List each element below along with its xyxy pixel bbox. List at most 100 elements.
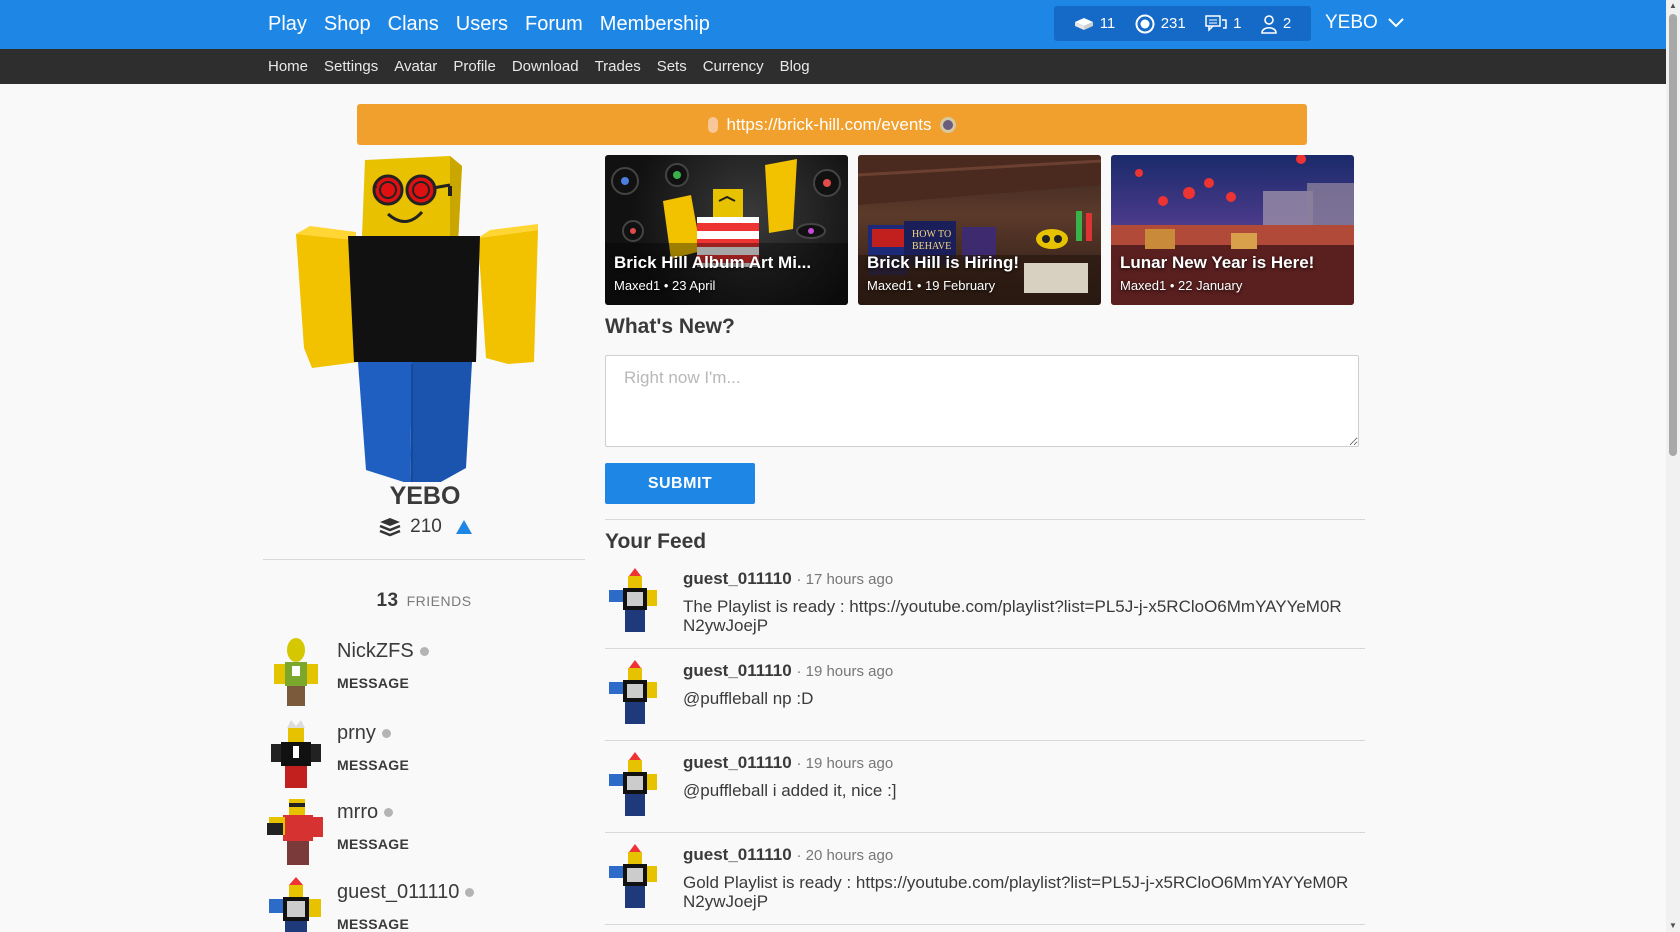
user-menu[interactable]: YEBO: [1325, 0, 1404, 46]
poster-avatar[interactable]: [607, 752, 663, 818]
user-icon: [1261, 14, 1277, 34]
friend-item: prny MESSAGE: [263, 718, 593, 794]
subnav-currency[interactable]: Currency: [703, 58, 764, 75]
friend-avatar[interactable]: [265, 877, 327, 932]
divider: [605, 924, 1365, 925]
friend-requests-count: 2: [1282, 15, 1292, 32]
message-button[interactable]: MESSAGE: [337, 675, 409, 691]
event-banner[interactable]: https://brick-hill.com/events: [357, 104, 1307, 145]
message-button[interactable]: MESSAGE: [337, 916, 409, 932]
post-time: · 19 hours ago: [796, 755, 894, 772]
news-title: Lunar New Year is Here!: [1120, 253, 1315, 272]
friend-name-text[interactable]: NickZFS: [337, 640, 414, 663]
top-navbar: Play Shop Clans Users Forum Membership 1…: [0, 0, 1666, 49]
post-text: Gold Playlist is ready : https://youtube…: [683, 873, 1349, 911]
subnav-trades[interactable]: Trades: [595, 58, 641, 75]
nav-shop[interactable]: Shop: [324, 13, 371, 36]
post-time: · 20 hours ago: [796, 847, 894, 864]
rank-up-icon: [455, 520, 472, 534]
nav-users[interactable]: Users: [456, 13, 508, 36]
poster-avatar[interactable]: [607, 568, 663, 634]
offline-status-dot: [381, 729, 391, 738]
bricks-stack-icon: [379, 518, 401, 537]
news-card[interactable]: HOW TO BEHAVE Brick Hill is Hiring! Maxed…: [858, 155, 1101, 305]
messages-stat[interactable]: 1: [1205, 14, 1242, 33]
profile-rank: 210: [260, 516, 590, 538]
feed-post: guest_011110 · 19 hours ago @puffleball …: [605, 752, 1365, 844]
scroll-thumb[interactable]: [1669, 14, 1677, 456]
subnav-home[interactable]: Home: [268, 58, 308, 75]
feed-title: Your Feed: [605, 530, 707, 553]
nav-forum[interactable]: Forum: [525, 13, 583, 36]
event-link[interactable]: https://brick-hill.com/events: [726, 115, 931, 135]
friend-avatar[interactable]: [265, 636, 327, 708]
nav-clans[interactable]: Clans: [388, 13, 439, 36]
post-header: guest_011110 · 19 hours ago: [683, 753, 893, 773]
post-time: · 19 hours ago: [796, 663, 894, 680]
subnav-settings[interactable]: Settings: [324, 58, 378, 75]
news-meta: Maxed1 • 23 April: [614, 278, 716, 293]
post-username[interactable]: guest_011110: [683, 845, 792, 864]
friend-avatar[interactable]: [265, 797, 327, 869]
poster-avatar[interactable]: [607, 660, 663, 726]
friend-name[interactable]: prny: [337, 722, 391, 745]
friend-name-text[interactable]: guest_011110: [337, 881, 459, 904]
submit-button[interactable]: SUBMIT: [605, 463, 755, 504]
bucks-icon: [1135, 14, 1155, 33]
post-text: @puffleball i added it, nice :]: [683, 781, 897, 800]
scroll-down-arrow-icon[interactable]: ▼: [1669, 922, 1677, 930]
post-header: guest_011110 · 19 hours ago: [683, 661, 893, 681]
bricks-stat[interactable]: 11: [1074, 15, 1115, 32]
post-username[interactable]: guest_011110: [683, 661, 792, 680]
news-title: Brick Hill is Hiring!: [867, 253, 1020, 272]
news-card[interactable]: Lunar New Year is Here! Maxed1 • 22 Janu…: [1111, 155, 1354, 305]
nav-membership[interactable]: Membership: [600, 13, 710, 36]
subnav-blog[interactable]: Blog: [780, 58, 810, 75]
friend-avatar[interactable]: [265, 718, 327, 790]
news-meta: Maxed1 • 19 February: [867, 278, 996, 293]
messages-count: 1: [1233, 15, 1242, 32]
friend-name-text[interactable]: prny: [337, 722, 376, 745]
page-scrollbar[interactable]: ▲ ▼: [1666, 0, 1680, 932]
message-button[interactable]: MESSAGE: [337, 757, 409, 773]
subnav-sets[interactable]: Sets: [657, 58, 687, 75]
whats-new-title: What's New?: [605, 315, 735, 338]
post-text: @puffleball np :D: [683, 689, 814, 708]
profile-username: YEBO: [389, 482, 461, 510]
svg-text:HOW TO: HOW TO: [912, 229, 951, 240]
sub-navbar: Home Settings Avatar Profile Download Tr…: [0, 49, 1666, 84]
friend-name[interactable]: mrro: [337, 801, 394, 824]
divider: [263, 559, 585, 560]
friend-name-text[interactable]: mrro: [337, 801, 378, 824]
feed-post: guest_011110 · 19 hours ago @puffleball …: [605, 660, 1365, 752]
post-text: The Playlist is ready : https://youtube.…: [683, 597, 1342, 635]
subnav-profile[interactable]: Profile: [453, 58, 496, 75]
messages-icon: [1205, 14, 1227, 32]
friend-name[interactable]: guest_011110: [337, 881, 475, 904]
currency-stats: 11 231 1 2: [1054, 6, 1311, 41]
friend-item: NickZFS MESSAGE: [263, 636, 593, 712]
friend-requests-stat[interactable]: 2: [1261, 14, 1291, 34]
detective-icon: [939, 116, 956, 133]
bucks-stat[interactable]: 231: [1135, 14, 1186, 34]
nav-play[interactable]: Play: [268, 13, 307, 36]
friend-item: mrro MESSAGE: [263, 797, 593, 873]
friend-name[interactable]: NickZFS: [337, 640, 429, 663]
post-username[interactable]: guest_011110: [683, 569, 792, 588]
scroll-up-arrow-icon[interactable]: ▲: [1669, 2, 1677, 10]
main-nav: Play Shop Clans Users Forum Membership: [268, 0, 710, 49]
poster-avatar[interactable]: [607, 844, 663, 910]
avatar-image: [296, 156, 538, 482]
friends-header[interactable]: 13 FRIENDS: [263, 590, 585, 612]
status-input[interactable]: [605, 355, 1359, 447]
post-username[interactable]: guest_011110: [683, 753, 792, 772]
post-header: guest_011110 · 17 hours ago: [683, 569, 893, 589]
rank-value: 210: [410, 516, 442, 537]
message-button[interactable]: MESSAGE: [337, 836, 409, 852]
subnav-avatar[interactable]: Avatar: [394, 58, 437, 75]
news-card[interactable]: Brick Hill Album Art Mi... Maxed1 • 23 A…: [605, 155, 848, 305]
subnav-download[interactable]: Download: [512, 58, 579, 75]
svg-text:BEHAVE: BEHAVE: [912, 241, 951, 252]
bricks-icon: [1074, 17, 1093, 30]
bucks-count: 231: [1160, 15, 1186, 32]
